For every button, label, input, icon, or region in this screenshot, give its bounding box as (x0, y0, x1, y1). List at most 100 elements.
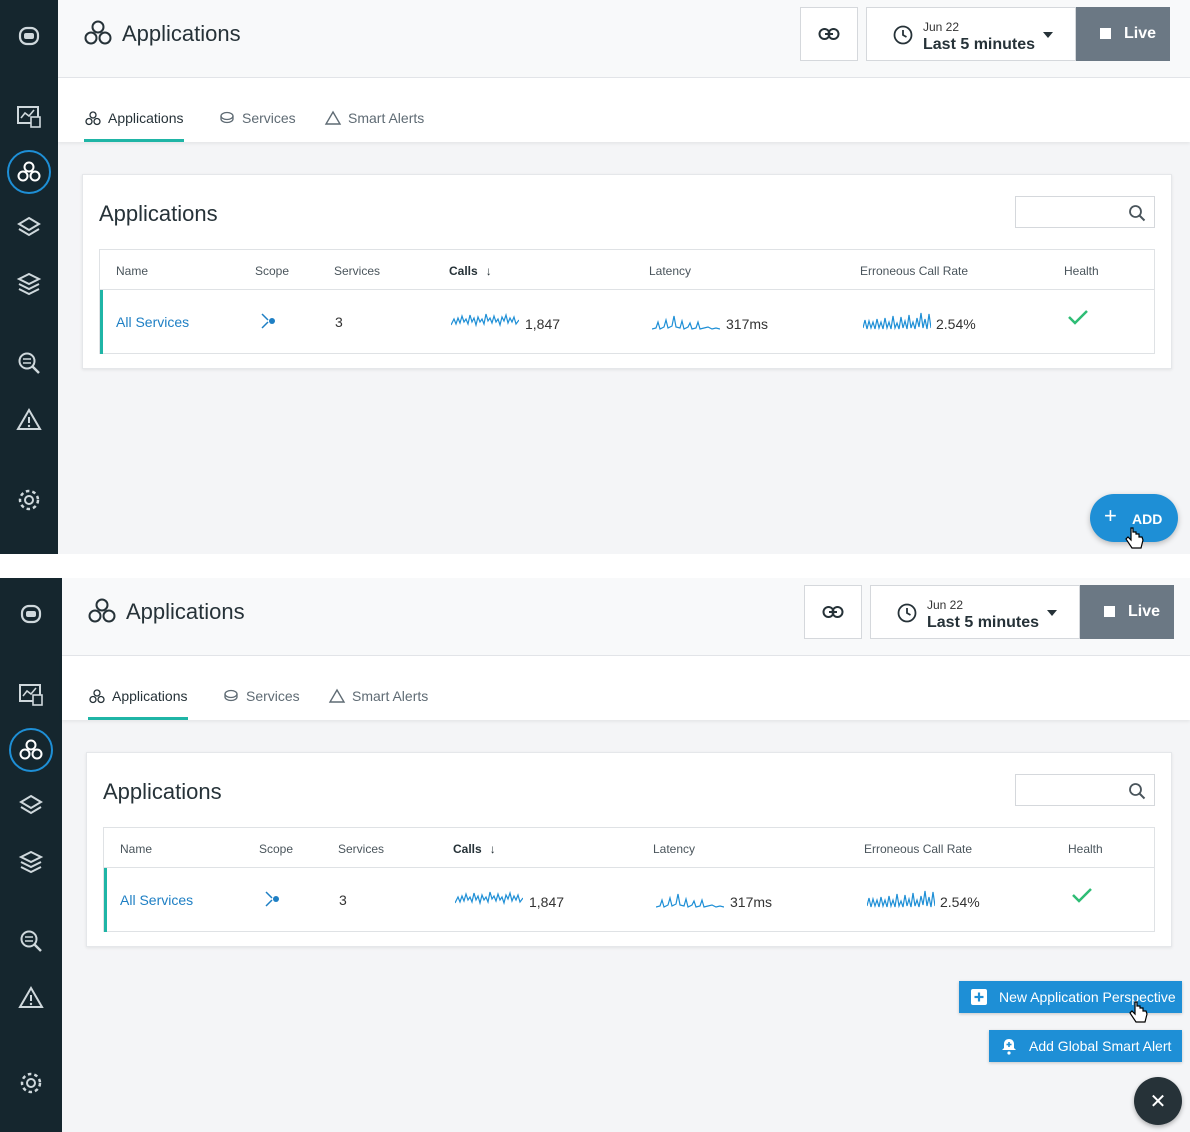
analyze-icon[interactable] (13, 347, 45, 379)
plus-icon: + (1104, 503, 1117, 528)
app-name-link[interactable]: All Services (116, 314, 189, 330)
column-header-latency[interactable]: Latency (653, 842, 695, 856)
tab-label: Services (246, 688, 300, 704)
top-bar: Applications Jun 22 Last 5 minutes Live (58, 0, 1190, 78)
tab-smart-alerts[interactable]: Smart Alerts (328, 688, 428, 720)
platform-icon[interactable] (15, 790, 47, 822)
close-icon: ✕ (1149, 1090, 1167, 1113)
live-button[interactable]: Live (1076, 7, 1170, 61)
tab-bar: Applications Services Smart Alerts (62, 656, 1190, 720)
time-date: Jun 22 (927, 598, 964, 612)
applications-icon[interactable] (7, 150, 51, 194)
hand-cursor-icon (1129, 1001, 1148, 1023)
column-header-name[interactable]: Name (116, 264, 148, 278)
column-header-name[interactable]: Name (120, 842, 152, 856)
scope-icon (261, 313, 275, 329)
search-input[interactable] (1015, 196, 1155, 228)
add-box-icon (959, 988, 999, 1006)
screenshot-panel-after: Applications Jun 22 Last 5 minutes Live … (0, 578, 1190, 1132)
main-content: Applications Jun 22 Last 5 minutes Live … (58, 0, 1190, 554)
analyze-icon[interactable] (15, 925, 47, 957)
alert-triangle-icon (328, 688, 346, 703)
add-global-smart-alert-button[interactable]: Add Global Smart Alert (989, 1030, 1182, 1062)
column-header-services[interactable]: Services (334, 264, 380, 278)
applications-card: Applications Name Scope Services Calls ↓ … (86, 752, 1172, 947)
search-icon (1129, 783, 1146, 800)
time-range: Last 5 minutes (923, 36, 1036, 53)
table-row[interactable]: All Services 3 1,847 317ms 2.54% (104, 868, 1154, 932)
robot-logo-icon[interactable] (15, 598, 47, 630)
latency-sparkline (652, 315, 720, 330)
column-header-services[interactable]: Services (338, 842, 384, 856)
column-header-calls[interactable]: Calls ↓ (453, 842, 496, 856)
column-header-calls[interactable]: Calls ↓ (449, 264, 492, 278)
new-application-perspective-button[interactable]: New Application Perspective (959, 981, 1182, 1013)
error-rate-sparkline (867, 890, 935, 909)
tab-label: Applications (108, 110, 184, 126)
infrastructure-icon[interactable] (13, 268, 45, 300)
table-row[interactable]: All Services 3 1,847 317ms 2.54% (100, 290, 1154, 354)
card-title: Applications (103, 779, 222, 804)
time-range-selector[interactable]: Jun 22 Last 5 minutes (866, 7, 1076, 61)
error-rate-value: 2.54% (936, 316, 976, 332)
column-header-error-rate[interactable]: Erroneous Call Rate (860, 264, 968, 278)
global-alert-label: Add Global Smart Alert (1029, 1038, 1172, 1054)
alert-triangle-icon (324, 110, 342, 125)
table-header: Name Scope Services Calls ↓ Latency Erron… (104, 828, 1154, 868)
platform-icon[interactable] (13, 212, 45, 244)
time-range: Last 5 minutes (927, 614, 1040, 631)
app-name-link[interactable]: All Services (120, 892, 193, 908)
share-link-button[interactable] (800, 7, 858, 61)
dashboard-icon[interactable] (15, 678, 47, 710)
scope-icon (265, 891, 279, 907)
search-icon (1129, 205, 1146, 222)
column-header-error-rate[interactable]: Erroneous Call Rate (864, 842, 972, 856)
chevron-down-icon (1047, 610, 1057, 616)
column-header-health[interactable]: Health (1064, 264, 1099, 278)
calls-value: 1,847 (529, 894, 565, 910)
column-header-scope[interactable]: Scope (255, 264, 289, 278)
tab-applications[interactable]: Applications (88, 688, 188, 720)
events-icon[interactable] (13, 404, 45, 436)
dashboard-icon[interactable] (13, 100, 45, 132)
column-header-latency[interactable]: Latency (649, 264, 691, 278)
services-tab-icon (224, 689, 238, 702)
tab-services[interactable]: Services (218, 110, 296, 142)
infrastructure-icon[interactable] (15, 846, 47, 878)
health-ok-icon (1072, 888, 1092, 903)
latency-sparkline (656, 893, 724, 908)
calls-header-label: Calls (449, 264, 478, 278)
sort-down-icon: ↓ (489, 842, 496, 856)
services-count: 3 (339, 892, 347, 908)
tab-applications[interactable]: Applications (84, 110, 184, 142)
stop-icon (1100, 28, 1111, 39)
robot-logo-icon[interactable] (13, 20, 45, 52)
column-header-scope[interactable]: Scope (259, 842, 293, 856)
share-link-button[interactable] (804, 585, 862, 639)
add-label: ADD (1132, 511, 1163, 527)
new-perspective-label: New Application Perspective (999, 989, 1176, 1005)
events-icon[interactable] (15, 982, 47, 1014)
live-button[interactable]: Live (1080, 585, 1174, 639)
live-label: Live (1124, 25, 1157, 42)
page-title: Applications (126, 599, 245, 624)
search-input[interactable] (1015, 774, 1155, 806)
tab-smart-alerts[interactable]: Smart Alerts (324, 110, 424, 142)
tab-label: Services (242, 110, 296, 126)
time-range-selector[interactable]: Jun 22 Last 5 minutes (870, 585, 1080, 639)
close-button[interactable]: ✕ (1134, 1077, 1182, 1125)
screenshot-panel-before: Applications Jun 22 Last 5 minutes Live … (0, 0, 1190, 554)
error-rate-sparkline (863, 312, 931, 331)
calls-header-label: Calls (453, 842, 482, 856)
time-date: Jun 22 (923, 20, 960, 34)
applications-title-icon (84, 20, 112, 45)
calls-value: 1,847 (525, 316, 561, 332)
tab-services[interactable]: Services (222, 688, 300, 720)
column-header-health[interactable]: Health (1068, 842, 1103, 856)
latency-value: 317ms (730, 894, 773, 910)
services-count: 3 (335, 314, 343, 330)
settings-icon[interactable] (13, 484, 45, 516)
applications-icon[interactable] (9, 728, 53, 772)
applications-title-icon (88, 598, 116, 623)
settings-icon[interactable] (15, 1067, 47, 1099)
